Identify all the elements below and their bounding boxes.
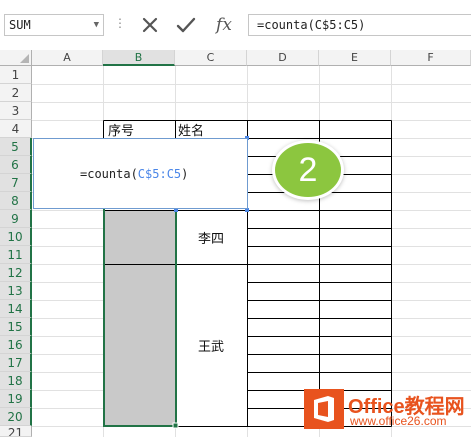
edit-formula-prefix: =counta( [80, 167, 138, 181]
cell-c4[interactable]: 姓名 [178, 120, 204, 139]
step-number-badge: 2 [272, 140, 344, 200]
sheet-grid [32, 66, 471, 437]
in-cell-editor[interactable]: =counta(C$5:C5) [33, 138, 248, 209]
cell-b4[interactable]: 序号 [108, 120, 134, 139]
edit-formula: =counta(C$5:C5) [80, 167, 188, 181]
cell-c10[interactable]: 李四 [198, 228, 224, 247]
office-logo-icon [304, 389, 344, 429]
watermark-url: www.office26.com [350, 414, 447, 428]
edit-formula-reference: C$5:C5 [137, 167, 182, 181]
edit-formula-suffix: ) [181, 167, 189, 181]
cell-c16[interactable]: 王武 [198, 336, 224, 355]
